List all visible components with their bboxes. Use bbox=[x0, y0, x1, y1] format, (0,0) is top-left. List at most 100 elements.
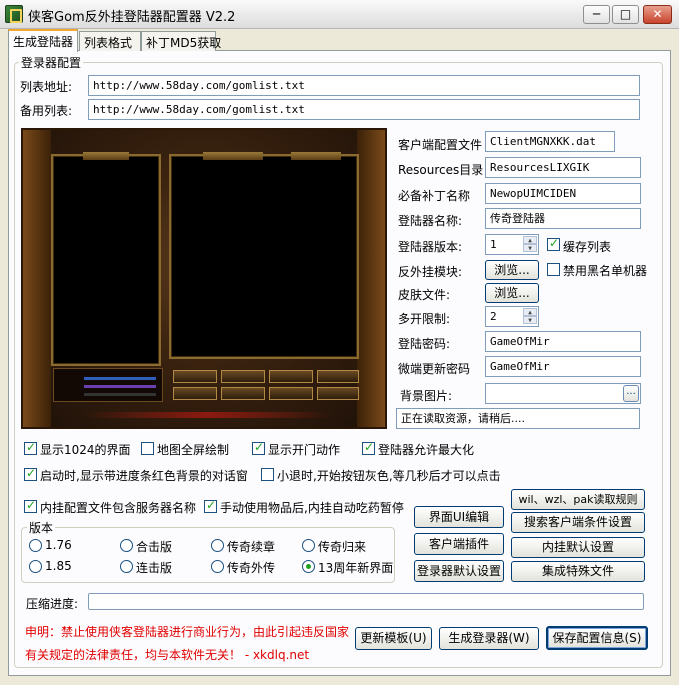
preview-server-list-frame bbox=[51, 154, 161, 366]
update-template-button[interactable]: 更新模板(U) bbox=[355, 627, 432, 650]
read-rules-button[interactable]: wil、wzl、pak读取规则 bbox=[511, 489, 645, 510]
progress-label: 压缩进度: bbox=[26, 597, 79, 611]
launcher-version-value: 1 bbox=[490, 238, 497, 251]
save-config-button[interactable]: 保存配置信息(S) bbox=[546, 626, 648, 650]
show-1024-checkbox[interactable] bbox=[24, 440, 37, 455]
version-label-guilai: 传奇归来 bbox=[318, 540, 367, 554]
notice-line-1: 申明：禁止使用侠客登陆器进行商业行为，由此引起违反国家 bbox=[25, 625, 350, 639]
multi-open-spin-buttons[interactable]: ▲ ▼ bbox=[523, 308, 537, 325]
resources-label: Resources目录 bbox=[398, 163, 484, 177]
version-label-1-85: 1.85 bbox=[45, 559, 72, 573]
launcher-preview-image bbox=[21, 128, 387, 429]
patch-name-label: 必备补丁名称 bbox=[398, 189, 471, 203]
tab-list-format[interactable]: 列表格式 bbox=[79, 31, 141, 51]
maximize-button[interactable]: □ bbox=[612, 5, 639, 24]
client-plugin-button[interactable]: 客户端插件 bbox=[414, 533, 504, 555]
version-label-heji: 合击版 bbox=[136, 540, 173, 554]
bg-image-input[interactable] bbox=[485, 383, 641, 404]
launcher-version-stepper[interactable]: 1 ▲ ▼ bbox=[485, 234, 539, 255]
auto-eat-pause-label: 手动使用物品后,内挂自动吃药暂停 bbox=[220, 501, 404, 515]
preview-button bbox=[173, 370, 217, 383]
startup-dialog-checkbox[interactable] bbox=[24, 466, 37, 481]
generate-launcher-button[interactable]: 生成登录器(W) bbox=[439, 627, 539, 650]
preview-button bbox=[269, 370, 313, 383]
preview-frame-header bbox=[291, 152, 341, 160]
version-label-xuzhang: 传奇续章 bbox=[227, 540, 276, 554]
spin-up-icon[interactable]: ▲ bbox=[523, 308, 537, 316]
ui-edit-button[interactable]: 界面UI编辑 bbox=[414, 506, 504, 528]
version-radio-1-85[interactable] bbox=[29, 560, 42, 573]
integrate-files-button[interactable]: 集成特殊文件 bbox=[511, 561, 645, 582]
preview-button bbox=[269, 387, 313, 400]
include-server-name-checkbox[interactable] bbox=[24, 498, 37, 513]
bg-image-browse-button[interactable]: ... bbox=[623, 385, 639, 402]
blacklist-label: 禁用黑名单机器 bbox=[563, 264, 648, 278]
launcher-version-label: 登陆器版本: bbox=[398, 240, 463, 254]
patch-name-input[interactable]: NewopUIMCIDEN bbox=[485, 183, 641, 204]
preview-right-ornament bbox=[357, 130, 385, 427]
cache-list-checkbox[interactable] bbox=[547, 236, 560, 251]
allow-maximize-checkbox[interactable] bbox=[362, 440, 375, 455]
multi-open-stepper[interactable]: 2 ▲ ▼ bbox=[485, 306, 539, 327]
version-radio-xuzhang[interactable] bbox=[211, 539, 224, 552]
list-address-input[interactable]: http://www.58day.com/gomlist.txt bbox=[88, 75, 640, 96]
launcher-name-input[interactable]: 传奇登陆器 bbox=[485, 208, 641, 229]
version-label-lianji: 连击版 bbox=[136, 561, 173, 575]
blacklist-checkbox[interactable] bbox=[547, 263, 560, 276]
launcher-name-label: 登陆器名称: bbox=[398, 214, 463, 228]
search-client-button[interactable]: 搜索客户端条件设置 bbox=[511, 512, 645, 533]
map-fullscreen-label: 地图全屏绘制 bbox=[157, 443, 230, 457]
auto-eat-pause-checkbox[interactable] bbox=[204, 498, 217, 513]
close-button[interactable]: ✕ bbox=[643, 5, 672, 24]
preview-button bbox=[317, 370, 359, 383]
spin-down-icon[interactable]: ▼ bbox=[523, 316, 537, 324]
launcher-password-label: 登陆密码: bbox=[398, 337, 451, 351]
preview-button bbox=[173, 387, 217, 400]
multi-open-value: 2 bbox=[490, 310, 497, 323]
preview-button bbox=[317, 387, 359, 400]
spin-up-icon[interactable]: ▲ bbox=[523, 236, 537, 244]
preview-progress-bar bbox=[84, 393, 156, 396]
version-spin-buttons[interactable]: ▲ ▼ bbox=[523, 236, 537, 253]
show-door-anim-checkbox[interactable] bbox=[252, 440, 265, 455]
resources-input[interactable]: ResourcesLIXGIK bbox=[485, 157, 641, 178]
minimize-gray-checkbox[interactable] bbox=[261, 468, 274, 481]
minimize-button[interactable]: ─ bbox=[583, 5, 610, 24]
backup-list-input[interactable]: http://www.58day.com/gomlist.txt bbox=[88, 99, 640, 120]
preview-frame-header bbox=[83, 152, 129, 160]
version-label-waizhuan: 传奇外传 bbox=[227, 561, 276, 575]
plugin-default-button[interactable]: 内挂默认设置 bbox=[511, 537, 645, 558]
launcher-password-input[interactable]: GameOfMir bbox=[485, 331, 641, 352]
version-radio-guilai[interactable] bbox=[302, 539, 315, 552]
version-radio-lianji[interactable] bbox=[120, 560, 133, 573]
allow-maximize-label: 登陆器允许最大化 bbox=[378, 443, 475, 457]
version-radio-heji[interactable] bbox=[120, 539, 133, 552]
version-radio-1-76[interactable] bbox=[29, 539, 42, 552]
spin-down-icon[interactable]: ▼ bbox=[523, 244, 537, 252]
preview-left-ornament bbox=[23, 130, 51, 427]
window-title: 侠客Gom反外挂登陆器配置器 V2.2 bbox=[28, 10, 236, 25]
notice-line-2: 有关规定的法律责任，均与本软件无关！ - xkdlq.net bbox=[25, 648, 310, 662]
tab-patch-md5[interactable]: 补丁MD5获取 bbox=[141, 31, 221, 51]
config-group-legend: 登录器配置 bbox=[19, 54, 84, 71]
cache-list-label: 缓存列表 bbox=[563, 240, 612, 254]
anticheat-browse-button[interactable]: 浏览... bbox=[485, 260, 539, 280]
version-label-13th-anniversary: 13周年新界面 bbox=[318, 561, 394, 575]
micro-update-password-input[interactable]: GameOfMir bbox=[485, 356, 641, 377]
include-server-name-label: 内挂配置文件包含服务器名称 bbox=[40, 501, 197, 515]
micro-update-password-label: 微端更新密码 bbox=[398, 362, 471, 376]
tab-generate-launcher[interactable]: 生成登陆器 bbox=[8, 29, 78, 52]
app-icon bbox=[5, 5, 23, 23]
version-radio-waizhuan[interactable] bbox=[211, 560, 224, 573]
startup-dialog-label: 启动时,显示带进度条红色背景的对话窗 bbox=[40, 469, 248, 483]
launcher-default-button[interactable]: 登录器默认设置 bbox=[414, 560, 504, 582]
list-address-label: 列表地址: bbox=[20, 80, 73, 94]
multi-open-label: 多开限制: bbox=[398, 312, 451, 326]
map-fullscreen-checkbox[interactable] bbox=[141, 442, 154, 455]
client-config-label: 客户端配置文件 bbox=[398, 138, 483, 152]
version-radio-13th-anniversary[interactable] bbox=[302, 560, 315, 573]
skin-browse-button[interactable]: 浏览... bbox=[485, 283, 539, 303]
anticheat-label: 反外挂模块: bbox=[398, 265, 463, 279]
preview-frame-header bbox=[203, 152, 263, 160]
client-config-input[interactable]: ClientMGNXKK.dat bbox=[485, 131, 615, 152]
